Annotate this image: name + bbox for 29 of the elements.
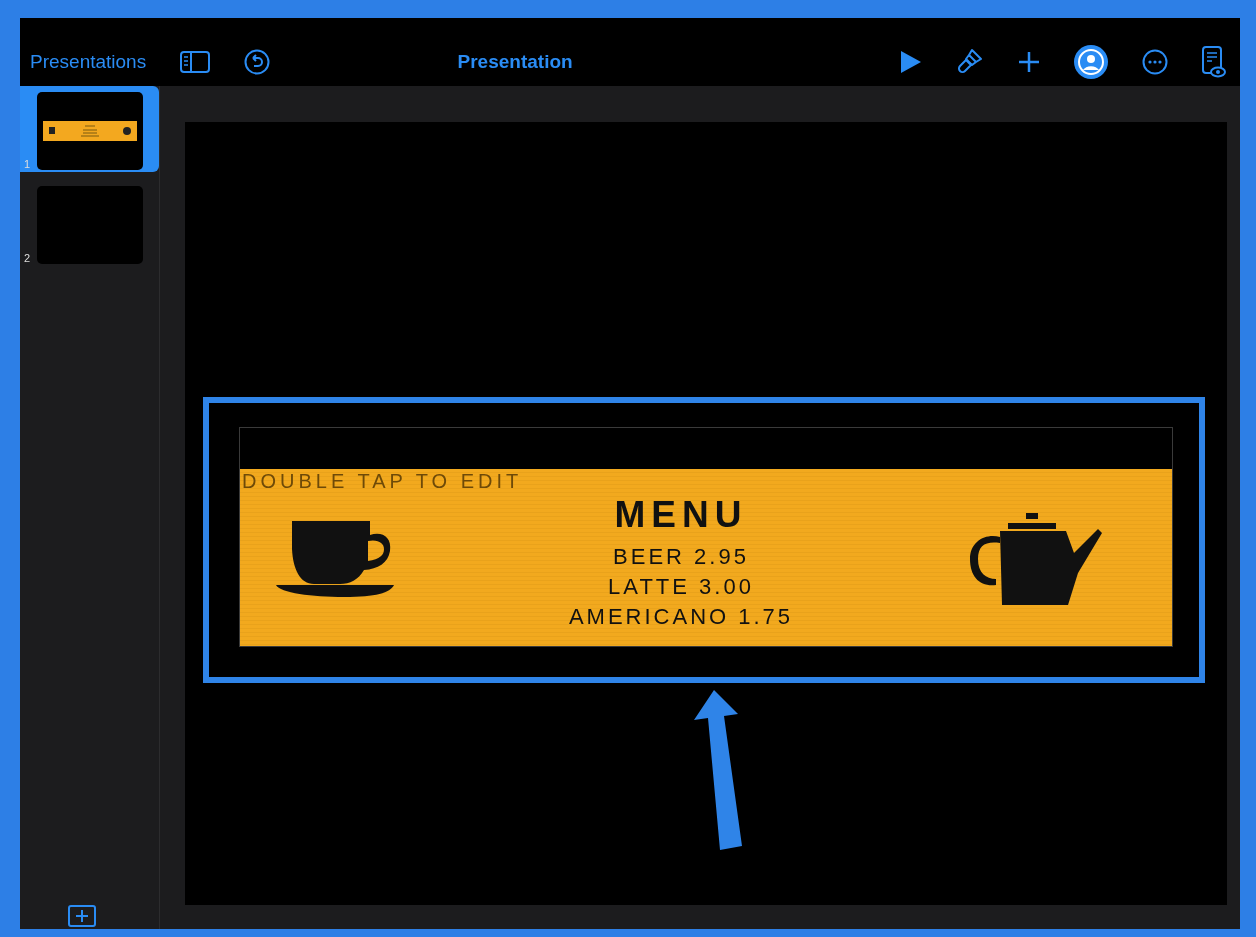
play-button[interactable] xyxy=(900,50,922,74)
add-slide-button[interactable] xyxy=(68,905,96,927)
slide-thumbnail-item[interactable]: 2 xyxy=(20,180,159,266)
menu-item: LATTE 3.00 xyxy=(608,573,754,600)
more-button[interactable] xyxy=(1142,49,1168,75)
slide-number: 2 xyxy=(24,252,32,264)
more-icon xyxy=(1142,49,1168,75)
collaborate-button[interactable] xyxy=(1074,45,1108,79)
undo-button[interactable] xyxy=(244,49,271,75)
sidebar-toggle-button[interactable] xyxy=(180,51,211,73)
edit-hint: DOUBLE TAP TO EDIT xyxy=(242,470,523,493)
menu-item: AMERICANO 1.75 xyxy=(568,603,794,630)
slide-number: 1 xyxy=(24,158,32,170)
sidebar-icon xyxy=(180,51,211,73)
plus-icon xyxy=(76,910,88,922)
teapot-icon xyxy=(968,510,1102,605)
presenter-notes-button[interactable] xyxy=(1202,46,1226,78)
plus-icon xyxy=(1018,51,1040,73)
document-title: Presentation xyxy=(456,51,574,73)
menu-item: BEER 2.95 xyxy=(613,543,749,570)
document-eye-icon xyxy=(1202,46,1226,78)
coffee-cup-icon xyxy=(276,518,394,597)
person-circle-icon xyxy=(1074,45,1108,79)
play-icon xyxy=(900,50,922,74)
menu-heading: MENU xyxy=(614,493,748,536)
menu-banner[interactable]: DOUBLE TAP TO EDIT MENU BEER 2.95 LATTE 3.00 AMERICANO 1.75 xyxy=(239,427,1173,647)
add-button[interactable] xyxy=(1018,51,1040,73)
back-button[interactable]: Presentations xyxy=(30,51,147,73)
undo-icon xyxy=(244,49,271,75)
